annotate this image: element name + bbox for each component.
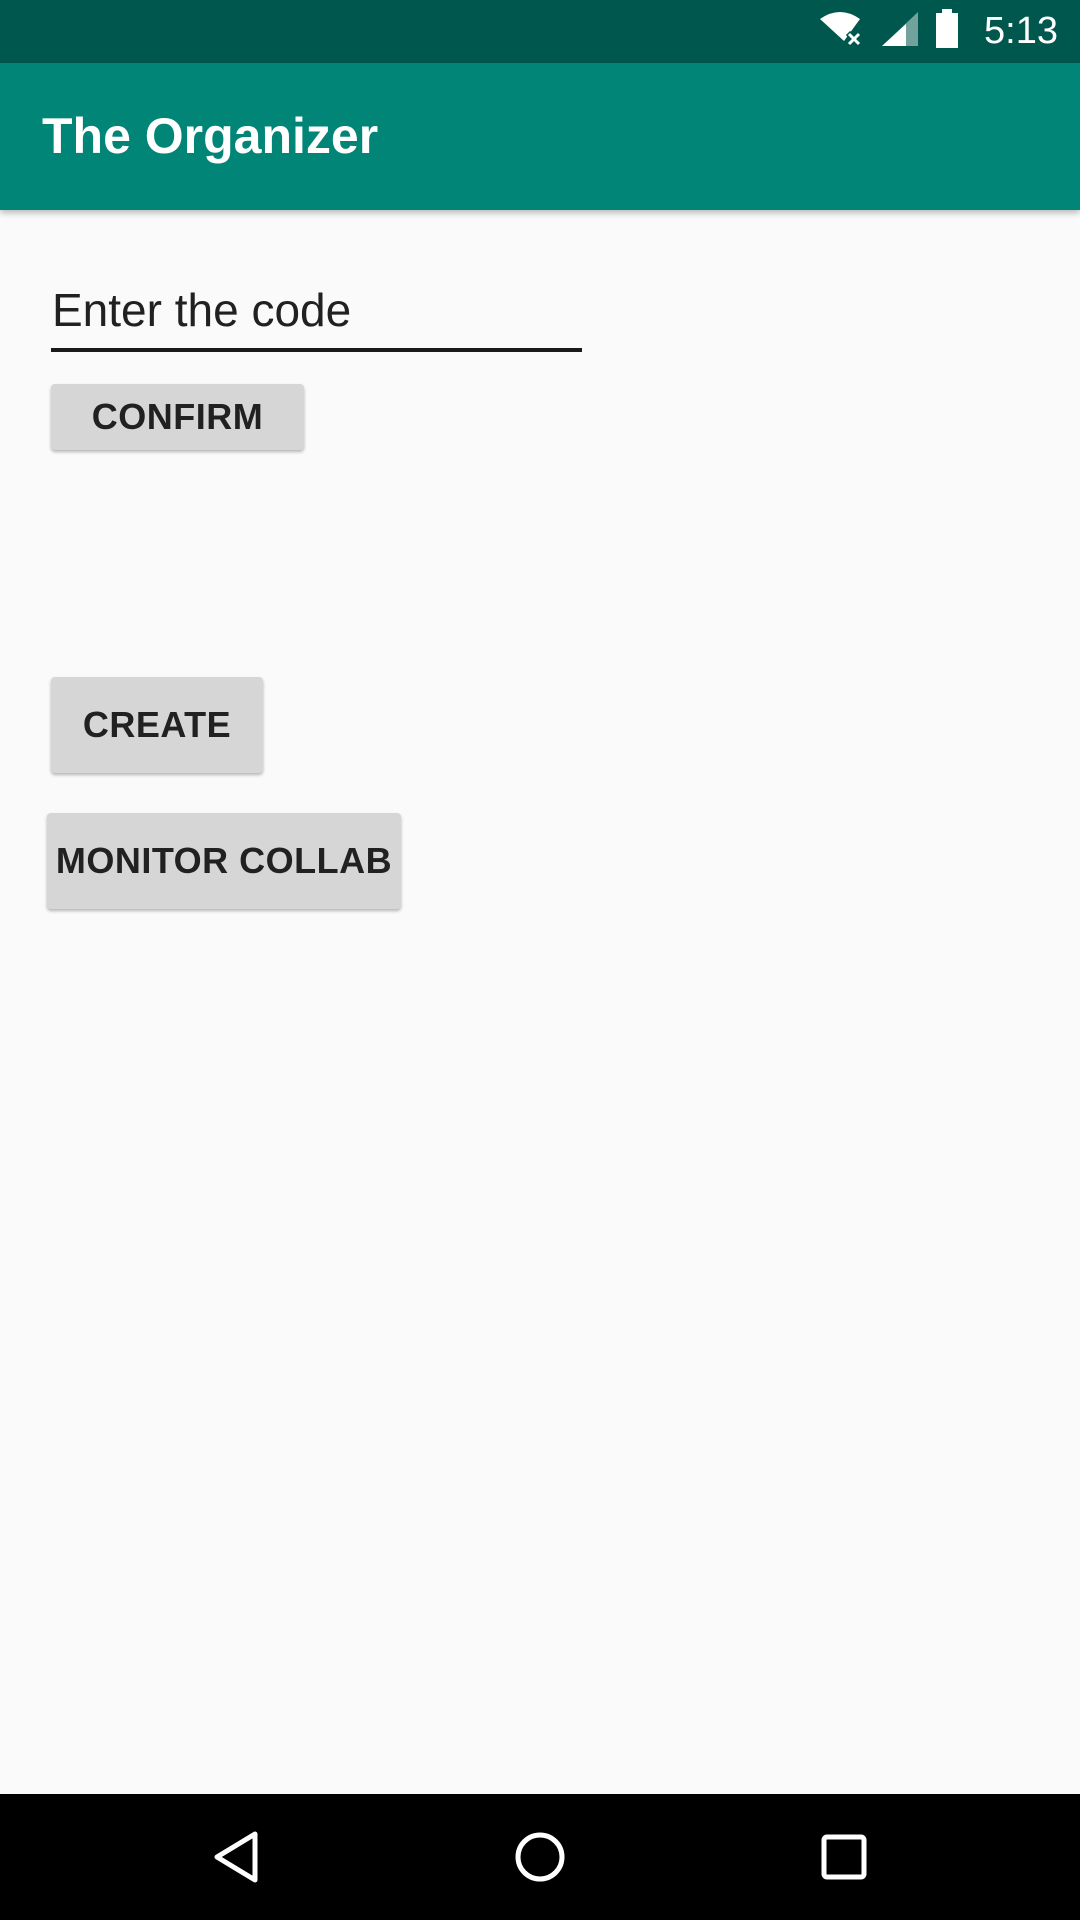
recents-button[interactable] <box>784 1794 904 1920</box>
status-bar: 5:13 <box>0 0 1080 63</box>
back-icon <box>214 1831 258 1883</box>
app-screen: 5:13 The Organizer Enter the code CONFIR… <box>0 0 1080 1920</box>
monitor-collab-button[interactable]: MONITOR COLLAB <box>47 813 401 909</box>
home-icon <box>515 1832 565 1882</box>
status-time: 5:13 <box>984 10 1058 52</box>
status-icons: 5:13 <box>818 0 1058 63</box>
home-button[interactable] <box>480 1794 600 1920</box>
app-title: The Organizer <box>42 108 379 164</box>
confirm-button[interactable]: CONFIRM <box>51 384 304 450</box>
recents-icon <box>821 1834 867 1880</box>
battery-icon <box>934 9 960 54</box>
create-button[interactable]: CREATE <box>51 677 263 773</box>
wifi-no-internet-icon <box>818 11 866 52</box>
navigation-bar <box>0 1794 1080 1920</box>
code-input-placeholder: Enter the code <box>52 284 352 336</box>
back-button[interactable] <box>176 1794 296 1920</box>
cell-signal-icon <box>880 10 920 53</box>
app-bar: The Organizer <box>0 63 1080 210</box>
